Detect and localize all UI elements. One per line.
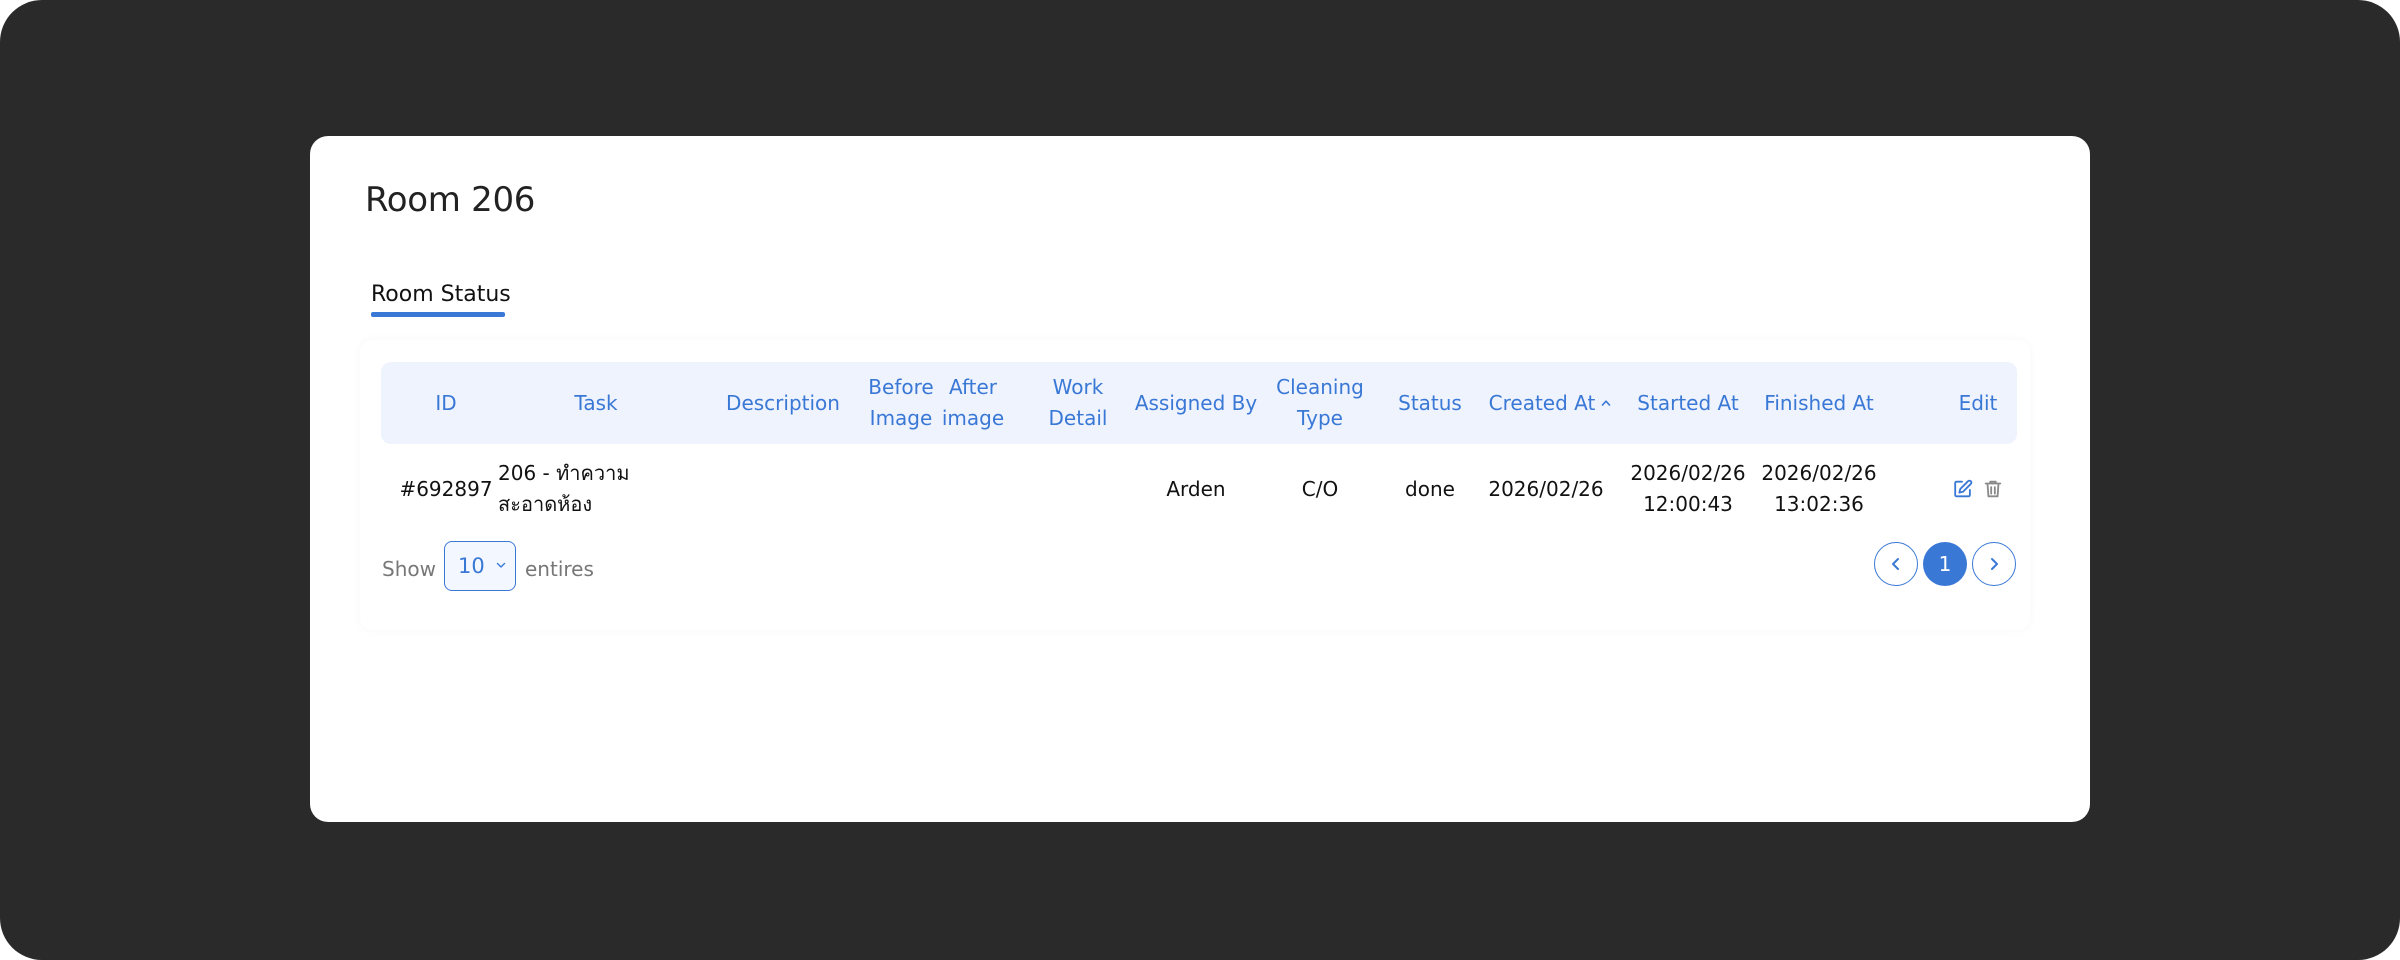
- column-header-assigned-by[interactable]: Assigned By: [1128, 362, 1264, 444]
- cell-created-at: 2026/02/26: [1488, 476, 1604, 501]
- tab-active-indicator: [371, 312, 505, 317]
- cell-status: done: [1405, 476, 1455, 501]
- show-label: Show: [382, 557, 436, 581]
- cell-cleaning-type: C/O: [1301, 476, 1339, 501]
- column-header-created-at-wrap[interactable]: Created At: [1478, 362, 1622, 444]
- cell-work-detail: [1030, 448, 1126, 530]
- cell-task: 206 - ทำความ สะอาดห้อง: [498, 461, 630, 516]
- column-header-description[interactable]: Description: [678, 362, 888, 444]
- column-header-status[interactable]: Status: [1382, 362, 1478, 444]
- column-header-started-at[interactable]: Started At: [1626, 362, 1750, 444]
- column-header-task[interactable]: Task: [496, 362, 696, 444]
- column-header-work-detail[interactable]: Work Detail: [1030, 362, 1126, 444]
- entries-per-page-select[interactable]: 10: [444, 541, 516, 591]
- cell-edit-actions: [1942, 448, 2014, 530]
- column-header-after-image[interactable]: After image: [919, 362, 1027, 444]
- column-header-cleaning-type[interactable]: Cleaning Type: [1262, 362, 1378, 444]
- chevron-down-icon: [496, 562, 506, 568]
- page-button-current[interactable]: 1: [1923, 542, 1967, 586]
- previous-page-button[interactable]: [1874, 542, 1918, 586]
- edit-icon[interactable]: [1952, 478, 1974, 500]
- trash-icon[interactable]: [1982, 478, 2004, 500]
- cell-description: [678, 448, 888, 530]
- room-modal: Room 206 Room Status ID Task Description…: [310, 136, 2090, 822]
- entries-per-page-value: 10: [458, 554, 485, 578]
- column-header-created-at: Created At: [1488, 390, 1596, 415]
- cell-started-at: 2026/02/26 12:00:43: [1630, 461, 1746, 516]
- next-page-button[interactable]: [1972, 542, 2016, 586]
- chevron-up-icon: [1602, 400, 1611, 406]
- tab-room-status[interactable]: Room Status: [371, 282, 511, 307]
- entries-label: entires: [525, 557, 594, 581]
- column-header-edit: Edit: [1958, 390, 1998, 415]
- cell-finished-at: 2026/02/26 13:02:36: [1761, 461, 1877, 516]
- page-title: Room 206: [365, 180, 536, 220]
- cell-id: #692897: [399, 476, 493, 501]
- chevron-right-icon: [1991, 558, 1998, 570]
- cell-assigned-by: Arden: [1166, 476, 1226, 501]
- cell-after-image: [919, 448, 1027, 530]
- column-header-id[interactable]: ID: [381, 362, 511, 444]
- column-header-finished-at[interactable]: Finished At: [1752, 362, 1886, 444]
- chevron-left-icon: [1892, 558, 1899, 570]
